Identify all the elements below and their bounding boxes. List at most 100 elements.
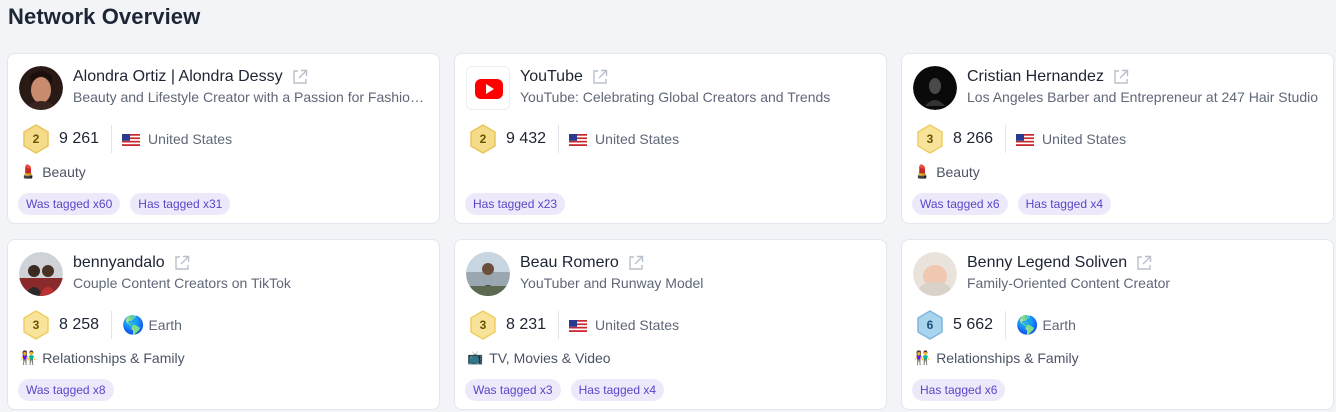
category-label: Relationships & Family xyxy=(42,350,185,366)
family-icon: 👫 xyxy=(914,350,931,365)
profile-description: Couple Content Creators on TikTok xyxy=(73,275,291,291)
tag-list: Was tagged x6 Has tagged x4 xyxy=(912,193,1121,215)
category-label: Relationships & Family xyxy=(936,350,1079,366)
page-title: Network Overview xyxy=(8,4,201,29)
location-label: United States xyxy=(148,131,233,147)
rank-value: 3 xyxy=(479,318,487,332)
tag-badge[interactable]: Was tagged x6 xyxy=(912,193,1008,215)
rank-value: 2 xyxy=(32,132,40,146)
tag-badge[interactable]: Has tagged x4 xyxy=(1017,193,1111,215)
profile-name[interactable]: Alondra Ortiz | Alondra Dessy xyxy=(73,68,283,86)
profile-card[interactable]: Cristian Hernandez Los Angeles Barber an… xyxy=(901,53,1334,224)
divider xyxy=(111,311,113,339)
category: 📺 TV, Movies & Video xyxy=(467,348,611,368)
location-label: United States xyxy=(595,317,680,333)
profile-description: Family-Oriented Content Creator xyxy=(967,275,1171,291)
rank-value: 3 xyxy=(32,318,40,332)
tag-list: Was tagged x60 Has tagged x31 xyxy=(18,193,240,215)
divider xyxy=(111,125,113,153)
rank-badge-icon: 3 xyxy=(915,124,945,154)
external-link-icon[interactable] xyxy=(1113,69,1129,85)
external-link-icon[interactable] xyxy=(292,69,308,85)
tag-badge[interactable]: Has tagged x23 xyxy=(465,193,566,215)
rank-badge-icon: 2 xyxy=(468,124,498,154)
tag-badge[interactable]: Was tagged x3 xyxy=(465,379,561,401)
avatar[interactable] xyxy=(466,252,510,296)
us-flag-icon xyxy=(569,319,588,332)
follower-count: 9 261 xyxy=(59,130,100,147)
tv-icon: 📺 xyxy=(467,350,484,365)
profile-description: YouTube: Celebrating Global Creators and… xyxy=(520,89,831,105)
rank-badge-icon: 3 xyxy=(21,310,51,340)
category-label: TV, Movies & Video xyxy=(489,350,611,366)
follower-count: 9 432 xyxy=(506,130,547,147)
profile-name[interactable]: Cristian Hernandez xyxy=(967,68,1104,86)
location: United States xyxy=(569,317,679,333)
location: United States xyxy=(1016,131,1126,147)
globe-icon: 🌎 xyxy=(122,315,145,335)
tag-badge[interactable]: Has tagged x4 xyxy=(570,379,664,401)
avatar[interactable] xyxy=(19,66,63,110)
divider xyxy=(558,311,560,339)
profile-name[interactable]: Beau Romero xyxy=(520,254,619,272)
tag-badge[interactable]: Has tagged x31 xyxy=(130,193,231,215)
category: 👫 Relationships & Family xyxy=(914,348,1079,368)
profile-name[interactable]: YouTube xyxy=(520,68,583,86)
location: 🌎 Earth xyxy=(1016,316,1076,334)
external-link-icon[interactable] xyxy=(628,255,644,271)
divider xyxy=(558,125,560,153)
profile-description: Beauty and Lifestyle Creator with a Pass… xyxy=(73,89,429,105)
category: 💄 Beauty xyxy=(20,162,86,182)
external-link-icon[interactable] xyxy=(174,255,190,271)
category: 💄 Beauty xyxy=(914,162,980,182)
divider xyxy=(1005,311,1007,339)
avatar[interactable] xyxy=(466,66,510,110)
tag-list: Was tagged x8 xyxy=(18,379,124,401)
rank-badge-icon: 6 xyxy=(915,310,945,340)
tag-list: Has tagged x23 xyxy=(465,193,575,215)
tag-badge[interactable]: Was tagged x60 xyxy=(18,193,121,215)
us-flag-icon xyxy=(1016,133,1035,146)
rank-value: 2 xyxy=(479,132,487,146)
category-label: Beauty xyxy=(936,164,980,180)
tag-list: Was tagged x3 Has tagged x4 xyxy=(465,379,674,401)
us-flag-icon xyxy=(122,133,141,146)
lipstick-icon: 💄 xyxy=(914,164,931,179)
follower-count: 8 231 xyxy=(506,316,547,333)
profile-card[interactable]: YouTube YouTube: Celebrating Global Crea… xyxy=(454,53,887,224)
profile-description: YouTuber and Runway Model xyxy=(520,275,704,291)
profile-card[interactable]: Alondra Ortiz | Alondra Dessy Beauty and… xyxy=(7,53,440,224)
divider xyxy=(1005,125,1007,153)
tag-list: Has tagged x6 xyxy=(912,379,1015,401)
location: 🌎 Earth xyxy=(122,316,182,334)
network-grid: Alondra Ortiz | Alondra Dessy Beauty and… xyxy=(7,53,1334,410)
location-label: Earth xyxy=(148,317,182,333)
follower-count: 8 258 xyxy=(59,316,100,333)
family-icon: 👫 xyxy=(20,350,37,365)
location: United States xyxy=(122,131,232,147)
profile-name[interactable]: Benny Legend Soliven xyxy=(967,254,1127,272)
follower-count: 8 266 xyxy=(953,130,994,147)
rank-badge-icon: 3 xyxy=(468,310,498,340)
avatar[interactable] xyxy=(19,252,63,296)
avatar[interactable] xyxy=(913,66,957,110)
us-flag-icon xyxy=(569,133,588,146)
location-label: Earth xyxy=(1042,317,1076,333)
avatar[interactable] xyxy=(913,252,957,296)
profile-card[interactable]: bennyandalo Couple Content Creators on T… xyxy=(7,239,440,410)
globe-icon: 🌎 xyxy=(1016,315,1039,335)
external-link-icon[interactable] xyxy=(592,69,608,85)
profile-name[interactable]: bennyandalo xyxy=(73,254,165,272)
tag-badge[interactable]: Was tagged x8 xyxy=(18,379,114,401)
profile-card[interactable]: Benny Legend Soliven Family-Oriented Con… xyxy=(901,239,1334,410)
external-link-icon[interactable] xyxy=(1136,255,1152,271)
rank-value: 3 xyxy=(926,132,934,146)
lipstick-icon: 💄 xyxy=(20,164,37,179)
location: United States xyxy=(569,131,679,147)
profile-description: Los Angeles Barber and Entrepreneur at 2… xyxy=(967,89,1319,105)
tag-badge[interactable]: Has tagged x6 xyxy=(912,379,1006,401)
profile-card[interactable]: Beau Romero YouTuber and Runway Model 3 … xyxy=(454,239,887,410)
rank-value: 6 xyxy=(926,318,934,332)
category: 👫 Relationships & Family xyxy=(20,348,185,368)
follower-count: 5 662 xyxy=(953,316,994,333)
